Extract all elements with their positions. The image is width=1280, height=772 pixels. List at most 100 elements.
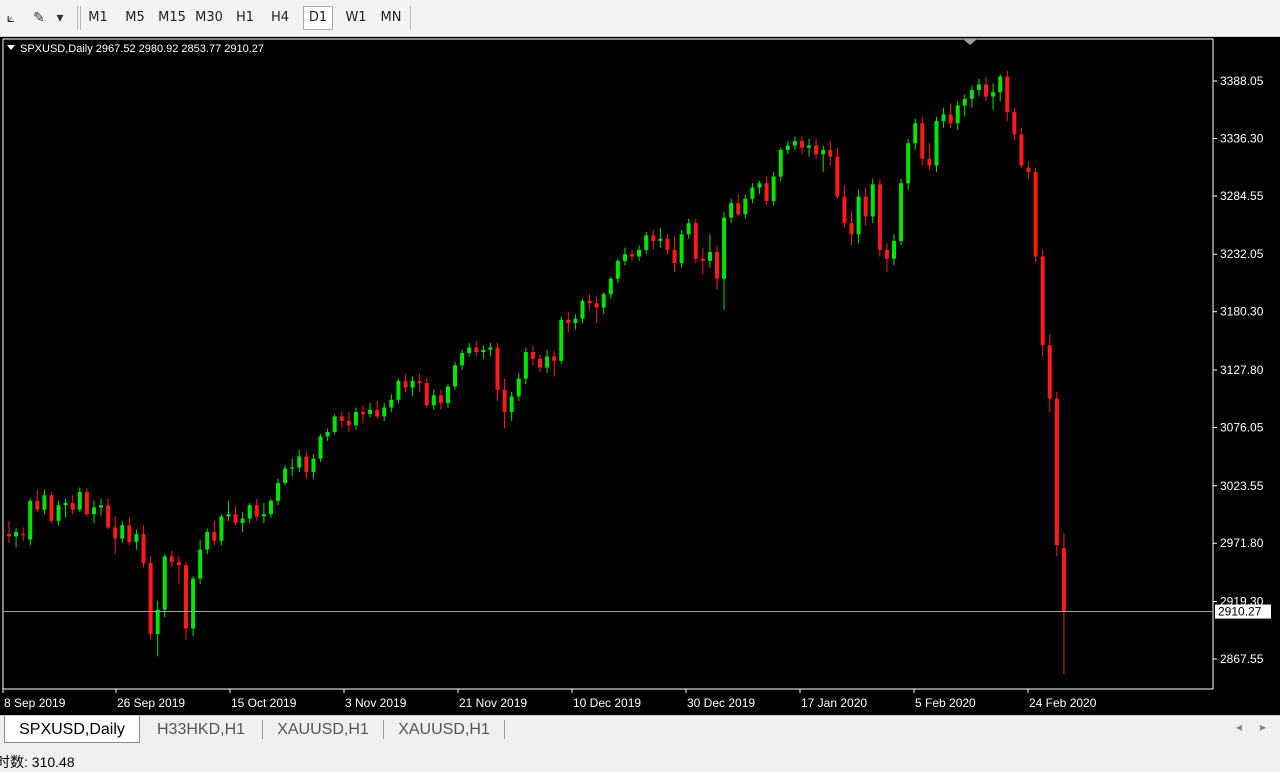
candle-body bbox=[375, 409, 380, 417]
tab-divider bbox=[262, 720, 263, 739]
candle-body bbox=[106, 505, 111, 528]
candle-body bbox=[892, 240, 896, 259]
candle-body bbox=[148, 562, 153, 635]
timeframe-w1[interactable]: W1 bbox=[341, 6, 371, 30]
tab-divider bbox=[383, 720, 384, 739]
candle-body bbox=[212, 531, 217, 541]
candle-body bbox=[424, 383, 429, 406]
candle-body bbox=[799, 141, 804, 148]
candle-body bbox=[601, 294, 606, 308]
candle-body bbox=[14, 531, 19, 537]
candle-body bbox=[530, 352, 535, 359]
chart-shift-marker-icon[interactable] bbox=[963, 39, 977, 45]
candle-body bbox=[382, 407, 387, 417]
candle-body bbox=[481, 349, 486, 353]
candle-body bbox=[502, 389, 507, 412]
candle-body bbox=[814, 145, 819, 155]
candle-body bbox=[608, 278, 613, 295]
candle-body bbox=[1047, 345, 1052, 399]
timeframe-m1[interactable]: M1 bbox=[84, 6, 112, 30]
candle-body bbox=[460, 353, 465, 366]
candlestick-chart[interactable]: 3388.05 3336.30 3284.55 3232.05 3180.30 3127.… bbox=[0, 37, 1280, 715]
candle-body bbox=[736, 203, 741, 215]
tab-h33hkd-h1[interactable]: H33HKD,H1 bbox=[142, 716, 260, 743]
tab-xauusd-h1-2[interactable]: XAUUSD,H1 bbox=[385, 716, 503, 743]
candle-body bbox=[297, 456, 302, 468]
toolbar-separator bbox=[410, 6, 411, 30]
candle-body bbox=[21, 534, 26, 536]
candle-body bbox=[899, 183, 904, 241]
tab-spxusd-daily[interactable]: SPXUSD,Daily bbox=[4, 716, 140, 743]
x-tick-label: 10 Dec 2019 bbox=[573, 696, 641, 710]
candle-body bbox=[290, 467, 295, 469]
timeframe-m30[interactable]: M30 bbox=[193, 6, 225, 30]
candle-body bbox=[495, 347, 500, 390]
chart-area[interactable]: 3388.05 3336.30 3284.55 3232.05 3180.30 3127.… bbox=[0, 37, 1280, 715]
candle-body bbox=[417, 380, 422, 384]
chart-header: SPXUSD,Daily 2967.52 2980.92 2853.77 291… bbox=[20, 43, 264, 55]
candle-body bbox=[764, 183, 769, 201]
candle-body bbox=[70, 503, 75, 510]
candle-body bbox=[941, 114, 946, 122]
candle-body bbox=[757, 183, 762, 188]
x-tick-label: 3 Nov 2019 bbox=[345, 696, 407, 710]
candle-body bbox=[651, 235, 656, 241]
candle-body bbox=[630, 254, 635, 257]
line-tool-icon[interactable]: ✎ bbox=[28, 8, 50, 28]
candle-body bbox=[778, 149, 783, 177]
candle-body bbox=[332, 416, 337, 432]
toolbar-separator bbox=[80, 6, 81, 30]
candle-body bbox=[91, 507, 96, 515]
tab-divider bbox=[504, 720, 505, 739]
scroll-right-icon[interactable]: ▸ bbox=[1260, 720, 1266, 734]
x-tick-label: 26 Sep 2019 bbox=[117, 696, 185, 710]
collapse-triangle-icon[interactable] bbox=[7, 45, 15, 50]
timeframe-d1[interactable]: D1 bbox=[303, 6, 333, 30]
candle-body bbox=[707, 252, 712, 261]
tab-xauusd-h1[interactable]: XAUUSD,H1 bbox=[264, 716, 382, 743]
candle-body bbox=[155, 609, 160, 635]
candle-body bbox=[538, 358, 542, 368]
candle-body bbox=[113, 527, 118, 539]
y-tick-label: 3127.80 bbox=[1220, 363, 1264, 377]
y-tick-label: 2867.55 bbox=[1220, 652, 1264, 666]
y-tick-label: 3336.30 bbox=[1220, 131, 1264, 145]
candle-body bbox=[35, 500, 40, 510]
candle-body bbox=[467, 347, 472, 354]
candle-body bbox=[913, 123, 918, 144]
candle-body bbox=[247, 505, 252, 519]
x-tick-label: 8 Sep 2019 bbox=[4, 696, 66, 710]
candle-body bbox=[729, 203, 734, 218]
chart-tool-icon[interactable]: ⟀ bbox=[0, 8, 22, 28]
candle-body bbox=[856, 196, 861, 235]
y-tick-label: 3284.55 bbox=[1220, 189, 1264, 203]
candle-body bbox=[771, 176, 776, 201]
candle-body bbox=[615, 260, 620, 279]
candle-body bbox=[42, 495, 47, 510]
timeframe-h1[interactable]: H1 bbox=[232, 6, 258, 30]
timeframe-m5[interactable]: M5 bbox=[120, 6, 150, 30]
candle-body bbox=[474, 347, 479, 353]
candle-body bbox=[984, 84, 989, 97]
timeframe-h4[interactable]: H4 bbox=[266, 6, 294, 30]
scroll-left-icon[interactable]: ◂ bbox=[1236, 720, 1242, 734]
candle-body bbox=[99, 505, 104, 508]
x-tick-label: 17 Jan 2020 bbox=[801, 696, 867, 710]
candle-body bbox=[722, 217, 727, 279]
candle-body bbox=[169, 556, 174, 562]
candle-body bbox=[927, 158, 932, 166]
timeframe-mn[interactable]: MN bbox=[376, 6, 406, 30]
candle-body bbox=[438, 395, 443, 404]
candle-body bbox=[991, 92, 996, 97]
dropdown-icon[interactable]: ▾ bbox=[52, 8, 68, 28]
candle-body bbox=[969, 89, 974, 99]
candle-body bbox=[184, 565, 188, 629]
timeframe-m15[interactable]: M15 bbox=[156, 6, 188, 30]
y-tick-label: 3388.05 bbox=[1220, 74, 1264, 88]
y-tick-label: 3180.30 bbox=[1220, 305, 1264, 319]
candle-body bbox=[998, 76, 1003, 93]
candle-body bbox=[807, 145, 812, 148]
candle-body bbox=[304, 456, 309, 472]
candle-body bbox=[318, 436, 323, 459]
candle-body bbox=[715, 252, 719, 279]
